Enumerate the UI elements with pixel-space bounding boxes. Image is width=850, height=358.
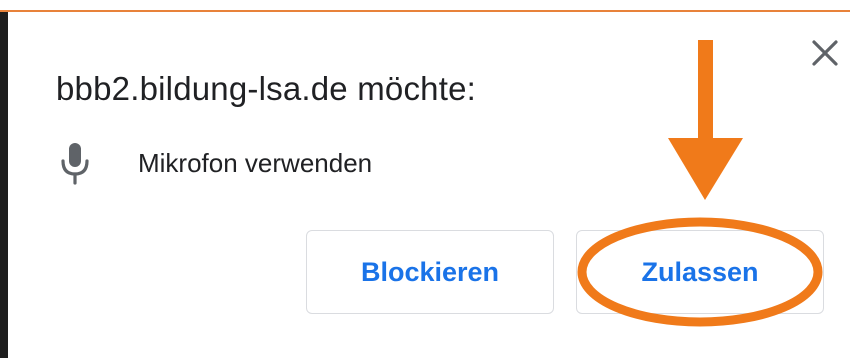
microphone-icon [61, 143, 89, 185]
permission-row: Mikrofon verwenden [60, 140, 372, 186]
close-button[interactable] [808, 36, 842, 70]
permission-dialog: bbb2.bildung-lsa.de möchte: Mikrofon ver… [8, 12, 850, 358]
allow-button[interactable]: Zulassen [576, 230, 824, 314]
screenshot-frame: bbb2.bildung-lsa.de möchte: Mikrofon ver… [0, 0, 850, 358]
window-left-edge [0, 12, 8, 358]
dialog-title: bbb2.bildung-lsa.de möchte: [56, 70, 477, 107]
block-button[interactable]: Blockieren [306, 230, 554, 314]
permission-label: Mikrofon verwenden [138, 147, 373, 178]
close-icon [812, 40, 838, 66]
